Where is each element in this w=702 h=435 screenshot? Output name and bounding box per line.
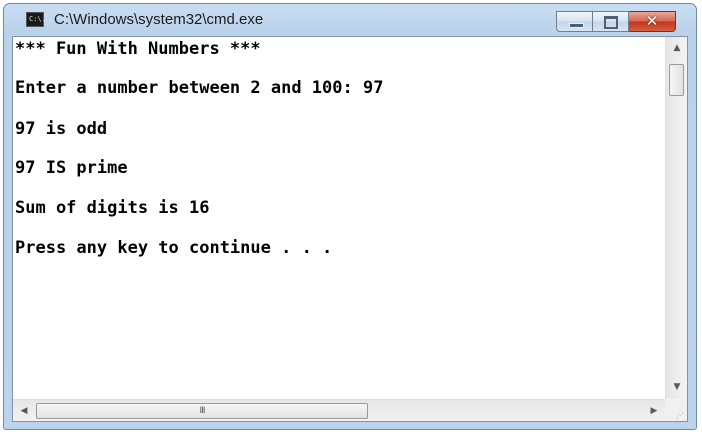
close-icon: ✕ bbox=[645, 12, 659, 30]
resize-grip-icon: ⋰ bbox=[676, 411, 685, 420]
console-line: Sum of digits is 16 bbox=[15, 198, 210, 218]
console-line: 97 is odd bbox=[15, 119, 108, 139]
window-title: C:\Windows\system32\cmd.exe bbox=[54, 11, 264, 28]
thumb-grip-icon: III bbox=[199, 406, 206, 416]
close-button[interactable]: ✕ bbox=[629, 11, 676, 32]
console-output[interactable]: *** Fun With Numbers *** Enter a number … bbox=[13, 37, 665, 399]
minimize-button[interactable] bbox=[556, 11, 593, 32]
scroll-right-arrow-icon[interactable]: ▶ bbox=[643, 402, 665, 420]
scroll-down-arrow-icon[interactable]: ▼ bbox=[666, 378, 688, 396]
console-line: Enter a number between 2 and 100: 97 bbox=[15, 78, 384, 98]
minimize-icon bbox=[569, 23, 584, 28]
console-client-area: *** Fun With Numbers *** Enter a number … bbox=[12, 36, 688, 422]
maximize-icon bbox=[604, 16, 618, 29]
cmd-window: C:\. C:\Windows\system32\cmd.exe ✕ *** F… bbox=[3, 3, 697, 430]
horizontal-scrollbar[interactable]: ◀ III ▶ bbox=[13, 399, 665, 421]
horizontal-scroll-thumb[interactable]: III bbox=[36, 403, 368, 419]
scroll-up-arrow-icon[interactable]: ▲ bbox=[666, 39, 688, 57]
maximize-button[interactable] bbox=[593, 11, 629, 32]
vertical-scrollbar[interactable]: ▲ ▼ bbox=[665, 37, 687, 399]
cmd-console-icon[interactable]: C:\. bbox=[26, 12, 46, 27]
console-line: Press any key to continue . . . bbox=[15, 238, 333, 258]
resize-corner[interactable]: ⋰ bbox=[665, 399, 687, 421]
vertical-scroll-thumb[interactable] bbox=[669, 64, 684, 96]
console-line: *** Fun With Numbers *** bbox=[15, 39, 261, 59]
scroll-left-arrow-icon[interactable]: ◀ bbox=[13, 402, 35, 420]
console-line: 97 IS prime bbox=[15, 158, 128, 178]
title-bar[interactable]: C:\. C:\Windows\system32\cmd.exe ✕ bbox=[4, 4, 696, 36]
